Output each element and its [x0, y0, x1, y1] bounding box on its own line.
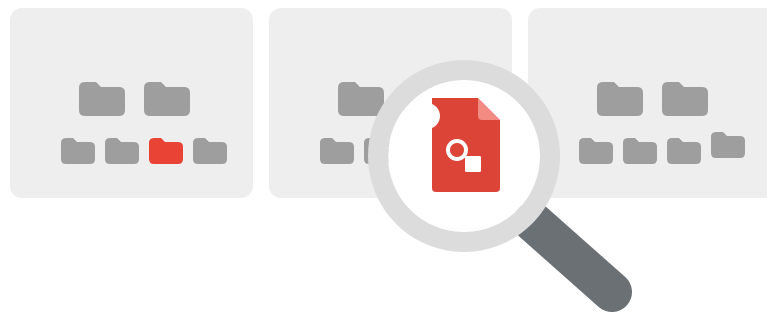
- folder-icon: [144, 82, 190, 116]
- drawing-document-icon: [432, 98, 500, 192]
- folder-icon: [79, 82, 125, 116]
- panel-background: [528, 8, 767, 198]
- folder-panel-3: [528, 8, 767, 198]
- magnifier-handle: [513, 202, 632, 312]
- folder-icon: [597, 82, 643, 116]
- folder-icon: [338, 82, 384, 116]
- lens-glint: [414, 103, 440, 129]
- folder-icon: [662, 82, 708, 116]
- search-files-illustration: [0, 0, 767, 315]
- panel-background: [10, 8, 253, 198]
- illustration-canvas: [10, 8, 767, 312]
- folder-panel-1: [10, 8, 253, 198]
